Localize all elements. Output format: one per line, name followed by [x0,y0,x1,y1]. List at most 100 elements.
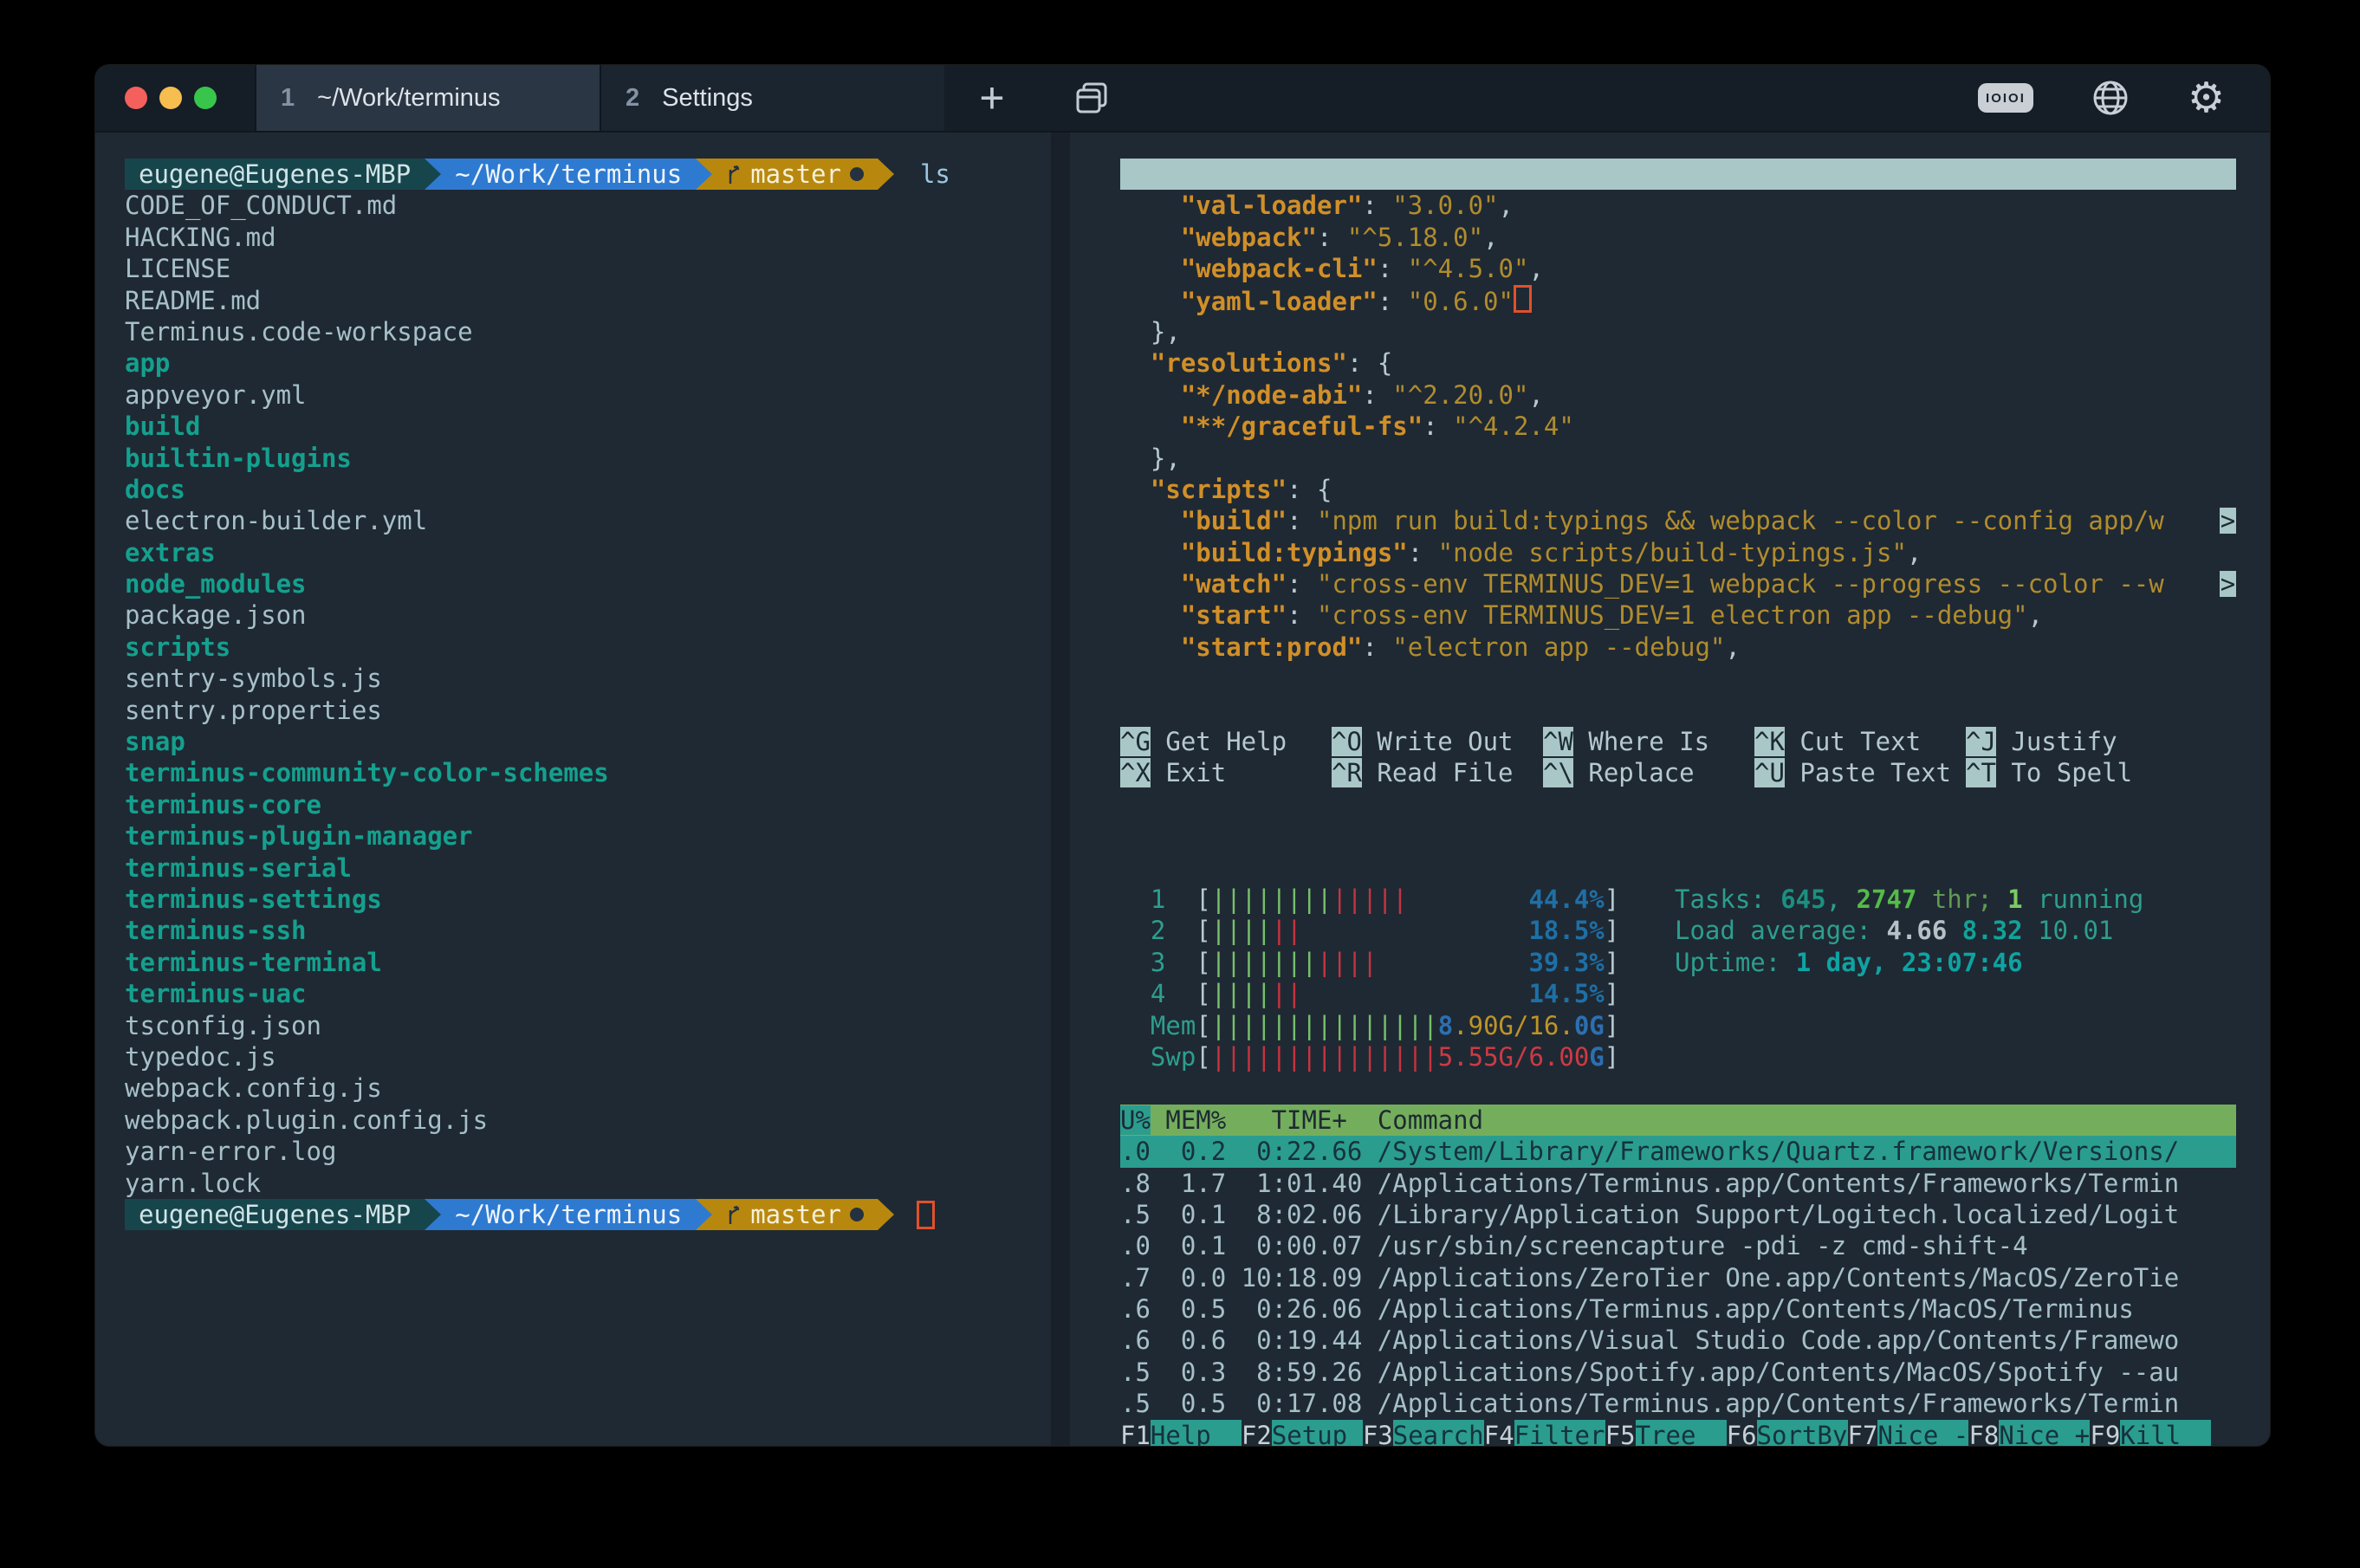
process-row[interactable]: .5 0.5 0:17.08 /Applications/Terminus.ap… [1120,1388,2236,1419]
powerline-arrow-icon [425,1199,441,1230]
tab-number: 1 [281,84,295,113]
nano-shortcut: ^O Write Out [1332,726,1543,757]
file-item: LICENSE [125,253,1051,284]
terminus-window: 1 ~/Work/terminus 2 Settings + IOIOI [95,65,2270,1446]
new-tab-button[interactable]: + [944,65,1040,131]
nano-line: "start:prod": "electron app --debug", [1120,632,2236,663]
fkey-button[interactable]: F7Nice - [1848,1421,1969,1446]
nano-shortcut-bar: ^G Get Help^O Write Out^W Where Is^K Cut… [1120,726,2236,789]
fkey-button[interactable]: F6SortBy [1727,1421,1848,1446]
file-item: terminus-ssh [125,915,1051,946]
nano-shortcut-row: ^X Exit^R Read File^\ Replace^U Paste Te… [1120,757,2236,788]
git-dirty-dot-icon [850,167,864,181]
nano-cursor [1514,285,1532,313]
powerline-arrow-icon [696,159,712,190]
htop-meter: 4 [|||||| 14.5%] [1120,978,2236,1009]
powerline-arrow-icon [878,1199,894,1230]
file-item: terminus-terminal [125,947,1051,978]
nano-shortcut: ^X Exit [1120,757,1332,788]
terminal-pane-shell[interactable]: eugene@Eugenes-MBP ~/Work/terminus maste… [125,159,1051,1230]
nano-shortcut: ^U Paste Text [1754,757,1966,788]
shell-prompt-bottom: eugene@Eugenes-MBP ~/Work/terminus maste… [125,1199,1051,1230]
nano-line: }, [1120,316,2236,347]
file-item: build [125,411,1051,442]
file-item: terminus-uac [125,978,1051,1009]
git-dirty-dot-icon [850,1208,864,1221]
fkey-button[interactable]: F9Kill [2090,1421,2211,1446]
nano-shortcut: ^T To Spell [1966,757,2177,788]
file-item: CODE_OF_CONDUCT.md [125,190,1051,221]
maximize-window-button[interactable] [194,87,217,109]
fkey-button[interactable]: F2Setup [1242,1421,1363,1446]
file-item: terminus-core [125,789,1051,820]
file-item: webpack.config.js [125,1072,1051,1104]
nano-line: "val-loader": "3.0.0", [1120,190,2236,221]
nano-shortcut: ^W Where Is [1543,726,1754,757]
nano-line [1120,663,2236,694]
nano-line: "start": "cross-env TERMINUS_DEV=1 elect… [1120,599,2236,631]
prompt-git-segment: master [712,159,878,190]
process-row[interactable]: .8 1.7 1:01.40 /Applications/Terminus.ap… [1120,1168,2236,1199]
nano-line: "yaml-loader": "0.6.0" [1120,285,2236,316]
file-item: terminus-serial [125,852,1051,884]
pane-divider[interactable] [1051,133,1070,1446]
terminal-pane-right[interactable]: GNU nano 4.5 package.json "val-loader": … [1120,159,2236,1446]
nano-shortcut: ^K Cut Text [1754,726,1966,757]
plus-icon: + [979,73,1004,123]
process-row[interactable]: .6 0.5 0:26.06 /Applications/Terminus.ap… [1120,1293,2236,1325]
nano-line: }, [1120,443,2236,474]
shell-prompt-top: eugene@Eugenes-MBP ~/Work/terminus maste… [125,159,1051,190]
file-item: builtin-plugins [125,443,1051,474]
nano-shortcut-row: ^G Get Help^O Write Out^W Where Is^K Cut… [1120,726,2236,757]
globe-button[interactable] [2091,78,2130,118]
close-window-button[interactable] [125,87,147,109]
nano-buffer: "val-loader": "3.0.0", "webpack": "^5.18… [1120,190,2236,694]
nano-line: "webpack-cli": "^4.5.0", [1120,253,2236,284]
minimize-window-button[interactable] [159,87,182,109]
nano-shortcut: ^J Justify [1966,726,2177,757]
process-row[interactable]: .5 0.3 8:59.26 /Applications/Spotify.app… [1120,1357,2236,1388]
process-row[interactable]: .0 0.2 0:22.66 /System/Library/Framework… [1120,1136,2236,1167]
fkey-button[interactable]: F1Help [1120,1421,1242,1446]
file-item: terminus-community-color-schemes [125,757,1051,788]
tab-title: Settings [662,84,753,113]
fkey-button[interactable]: F8Nice + [1968,1421,2090,1446]
git-branch-name: master [750,1199,841,1230]
process-row[interactable]: .5 0.1 8:02.06 /Library/Application Supp… [1120,1199,2236,1230]
file-item: yarn.lock [125,1168,1051,1199]
process-row[interactable]: .7 0.0 10:18.09 /Applications/ZeroTier O… [1120,1262,2236,1293]
tab-settings[interactable]: 2 Settings [600,65,944,131]
htop-meters: Tasks: 645, 2747 thr; 1 runningLoad aver… [1120,884,2236,1072]
powerline-arrow-icon [878,159,894,190]
tab-title: ~/Work/terminus [317,84,500,113]
file-item: terminus-settings [125,884,1051,915]
fkey-button[interactable]: F5Tree [1605,1421,1727,1446]
line-continuation-icon: > [2220,571,2236,597]
fkey-button[interactable]: F3Search [1363,1421,1484,1446]
file-item: scripts [125,632,1051,663]
nano-line: "*/node-abi": "^2.20.0", [1120,379,2236,411]
tab-work-terminus[interactable]: 1 ~/Work/terminus [255,65,600,131]
split-pane-button[interactable] [1040,65,1144,131]
split-windows-icon [1073,79,1111,117]
prompt-path-segment: ~/Work/terminus [441,159,696,190]
htop-table-header[interactable]: U% MEM% TIME+ Command [1120,1105,2236,1136]
nano-line: "build:typings": "node scripts/build-typ… [1120,537,2236,568]
serial-port-icon[interactable]: IOIOI [1978,83,2033,113]
nano-title-bar: GNU nano 4.5 package.json [1120,159,2236,190]
process-row[interactable]: .0 0.1 0:00.07 /usr/sbin/screencapture -… [1120,1230,2236,1261]
git-branch-icon [726,1202,742,1227]
fkey-button[interactable]: F4Filter [1484,1421,1605,1446]
file-item: node_modules [125,568,1051,599]
file-item: HACKING.md [125,222,1051,253]
git-branch-icon [726,162,742,186]
file-item: sentry.properties [125,695,1051,726]
process-row[interactable]: .6 0.6 0:19.44 /Applications/Visual Stud… [1120,1325,2236,1356]
powerline-arrow-icon [425,159,441,190]
htop-meter: Swp[|||||||||||||||5.55G/6.00G] [1120,1041,2236,1072]
prompt-path-segment: ~/Work/terminus [441,1199,696,1230]
htop-meter: 1 [||||||||||||| 44.4%] [1120,884,2236,915]
settings-button[interactable]: ⚙ [2188,74,2225,122]
typed-command: ls [920,159,950,190]
nano-line: "build": "npm run build:typings && webpa… [1120,505,2236,536]
